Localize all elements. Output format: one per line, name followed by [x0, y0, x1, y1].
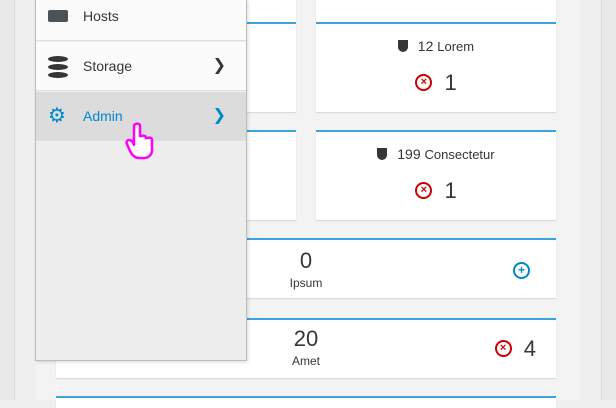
card-consectetur[interactable]: 199 Consectetur × 1	[316, 130, 556, 220]
card-lorem-count: 12	[417, 38, 434, 54]
menu-item-admin-label: Admin	[83, 108, 123, 124]
server-icon	[48, 10, 68, 22]
card-lorem-status: × 1	[316, 70, 556, 96]
menu-item-storage[interactable]: Storage ❯	[36, 42, 246, 91]
menu-item-storage-label: Storage	[83, 58, 133, 74]
chevron-right-icon: ❯	[212, 57, 226, 74]
card-consectetur-title: 199 Consectetur	[316, 146, 556, 162]
card-bottom	[56, 396, 556, 408]
card-lorem[interactable]: 12 Lorem × 1	[316, 22, 556, 112]
database-icon	[48, 56, 68, 78]
card-lorem-error-count: 1	[444, 70, 457, 95]
card-consectetur-label: Consectetur	[424, 147, 495, 162]
navigation-menu: Hosts Storage ❯ ⚙ Admin ❯	[35, 0, 247, 361]
shield-icon	[377, 148, 388, 161]
card-top-right	[316, 0, 556, 22]
add-circle-icon[interactable]: +	[513, 262, 530, 279]
gear-icon: ⚙	[48, 105, 66, 127]
card-amet-status: × 4	[494, 336, 536, 362]
card-consectetur-error-count: 1	[444, 178, 457, 203]
card-lorem-title: 12 Lorem	[316, 38, 556, 54]
card-lorem-label: Lorem	[437, 39, 475, 54]
error-icon: ×	[494, 339, 512, 357]
window-frame-right	[601, 0, 616, 400]
shield-icon	[397, 40, 408, 53]
card-consectetur-count: 199	[397, 146, 421, 162]
error-icon: ×	[415, 181, 433, 199]
hand-pointer-icon	[125, 122, 154, 160]
menu-item-hosts[interactable]: Hosts	[36, 0, 246, 41]
chevron-right-icon: ❯	[212, 107, 226, 124]
menu-item-hosts-label: Hosts	[83, 8, 119, 24]
error-icon: ×	[415, 73, 433, 91]
window-frame-left	[0, 0, 15, 400]
card-amet-error-count: 4	[523, 336, 536, 361]
card-consectetur-status: × 1	[316, 178, 556, 204]
